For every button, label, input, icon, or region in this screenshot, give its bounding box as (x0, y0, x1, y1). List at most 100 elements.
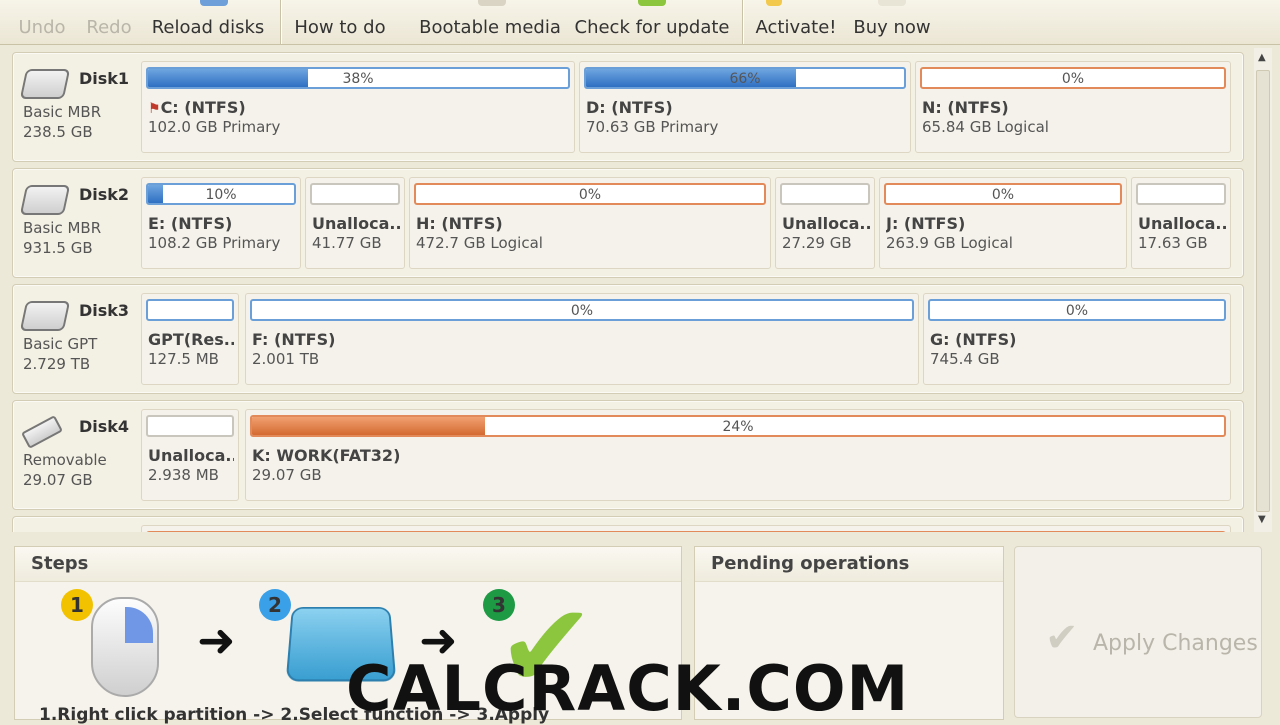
partition-name: Unalloca... (312, 214, 400, 233)
apply-changes-button[interactable]: ✔ Apply Changes (1014, 546, 1262, 718)
usage-bar: 0% (250, 299, 914, 321)
usage-bar: 0% (928, 299, 1226, 321)
usage-percent: 38% (342, 71, 374, 87)
toolbar-separator (742, 0, 744, 44)
partition-desc: 2.938 MB (148, 466, 219, 484)
how-to-do-button[interactable]: How to do (292, 0, 388, 44)
check-update-label: Check for update (574, 17, 730, 38)
partition-desc: 127.5 MB (148, 350, 219, 368)
partition-desc: 263.9 GB Logical (886, 234, 1013, 252)
usage-bar (146, 299, 234, 321)
bootable-media-icon (478, 0, 506, 6)
usage-bar (146, 415, 234, 437)
disk-size: 29.07 GB (23, 471, 93, 489)
pending-header: Pending operations (695, 547, 1003, 582)
apply-label: Apply Changes (1093, 631, 1258, 656)
disk-size: 2.729 TB (23, 355, 91, 373)
usage-bar: 66% (584, 67, 906, 89)
partition-desc: 29.07 GB (252, 466, 322, 484)
partition-j[interactable]: 0% J: (NTFS) 263.9 GB Logical (879, 177, 1127, 269)
disk-name: Disk1 (79, 69, 130, 88)
buy-now-button[interactable]: Buy now (852, 0, 932, 44)
redo-button[interactable]: Redo (86, 0, 132, 44)
disk-name: Disk2 (79, 185, 130, 204)
usage-bar: 24% (250, 415, 1226, 437)
usage-percent: 10% (205, 187, 237, 203)
partition-c[interactable]: 38% ⚑C: (NTFS) 102.0 GB Primary (141, 61, 575, 153)
step-1-badge: 1 (61, 589, 93, 621)
usage-bar (146, 531, 1226, 532)
disk-map: Disk1 Basic MBR 238.5 GB 38% ⚑C: (NTFS) … (8, 48, 1248, 532)
usage-percent: 0% (578, 187, 602, 203)
partition-k[interactable]: 24% K: WORK(FAT32) 29.07 GB (245, 409, 1231, 501)
undo-button[interactable]: Undo (18, 0, 65, 44)
disk-info[interactable]: Disk3 Basic GPT 2.729 TB (19, 297, 141, 387)
disk-row-3[interactable]: Disk3 Basic GPT 2.729 TB GPT(Res... 127.… (12, 284, 1244, 394)
hard-disk-icon (19, 185, 71, 215)
toolbar: Undo Redo Reload disks How to do Bootabl… (0, 0, 1280, 45)
check-update-button[interactable]: Check for update (574, 0, 730, 44)
partition-name: ⚑C: (NTFS) (148, 98, 570, 117)
partition-n[interactable]: 0% N: (NTFS) 65.84 GB Logical (915, 61, 1231, 153)
partition-h[interactable]: 0% H: (NTFS) 472.7 GB Logical (409, 177, 771, 269)
partition-desc: 102.0 GB Primary (148, 118, 281, 136)
usage-bar: 0% (920, 67, 1226, 89)
step-2-badge: 2 (259, 589, 291, 621)
scroll-thumb[interactable] (1256, 70, 1270, 512)
disk-info[interactable]: Disk1 Basic MBR 238.5 GB (19, 65, 141, 155)
partition-gpt-reserved[interactable]: GPT(Res... 127.5 MB (141, 293, 239, 385)
arrow-right-icon: ➜ (197, 613, 236, 667)
disk-info[interactable]: Disk4 Removable 29.07 GB (20, 413, 141, 503)
watermark-text: CALCRACK.COM (346, 652, 910, 725)
key-icon (766, 0, 782, 6)
partition-name: H: (NTFS) (416, 214, 503, 233)
partition-unallocated[interactable]: Unalloca... 2.938 MB (141, 409, 239, 501)
bootable-media-button[interactable]: Bootable media (419, 0, 561, 44)
disk-info[interactable]: Disk2 Basic MBR 931.5 GB (19, 181, 141, 271)
pending-title: Pending operations (711, 553, 910, 574)
cart-icon (878, 0, 906, 6)
partition-name: D: (NTFS) (586, 98, 673, 117)
disk-row-5[interactable] (12, 516, 1244, 532)
usage-bar (1136, 183, 1226, 205)
usage-bar (780, 183, 870, 205)
disk-row-4[interactable]: Disk4 Removable 29.07 GB Unalloca... 2.9… (12, 400, 1244, 510)
partition-unallocated[interactable]: Unalloca... 27.29 GB (775, 177, 875, 269)
disk-row-1[interactable]: Disk1 Basic MBR 238.5 GB 38% ⚑C: (NTFS) … (12, 52, 1244, 162)
redo-label: Redo (86, 17, 132, 38)
partition-name: Unalloca... (782, 214, 870, 233)
partition-name: Unalloca... (1138, 214, 1226, 233)
partition-unallocated[interactable]: Unalloca... 17.63 GB (1131, 177, 1231, 269)
disk-map-scrollbar[interactable]: ▲ ▼ (1254, 48, 1272, 532)
reload-disks-button[interactable]: Reload disks (150, 0, 266, 44)
toolbar-separator (280, 0, 282, 44)
partition-d[interactable]: 66% D: (NTFS) 70.63 GB Primary (579, 61, 911, 153)
disk-type: Removable (23, 451, 107, 469)
flag-icon: ⚑ (148, 101, 161, 117)
disk-size: 931.5 GB (23, 239, 93, 257)
disk-name: Disk4 (79, 417, 130, 436)
steps-title: Steps (31, 553, 89, 574)
usb-drive-icon (20, 415, 64, 449)
usage-percent: 0% (1061, 71, 1085, 87)
partition-partial[interactable] (141, 525, 1231, 532)
partition-unallocated[interactable]: Unalloca... 41.77 GB (305, 177, 405, 269)
usage-bar: 38% (146, 67, 570, 89)
reload-icon (200, 0, 228, 6)
partition-g[interactable]: 0% G: (NTFS) 745.4 GB (923, 293, 1231, 385)
partition-desc: 41.77 GB (312, 234, 382, 252)
partition-e[interactable]: 10% E: (NTFS) 108.2 GB Primary (141, 177, 301, 269)
partition-desc: 17.63 GB (1138, 234, 1208, 252)
usage-percent: 0% (570, 303, 594, 319)
partition-f[interactable]: 0% F: (NTFS) 2.001 TB (245, 293, 919, 385)
hard-disk-icon (19, 301, 71, 331)
activate-label: Activate! (755, 17, 837, 38)
partition-desc: 65.84 GB Logical (922, 118, 1049, 136)
scroll-up-icon[interactable]: ▲ (1258, 52, 1266, 63)
scroll-down-icon[interactable]: ▼ (1258, 514, 1266, 525)
disk-row-2[interactable]: Disk2 Basic MBR 931.5 GB 10% E: (NTFS) 1… (12, 168, 1244, 278)
activate-button[interactable]: Activate! (755, 0, 837, 44)
partition-desc: 70.63 GB Primary (586, 118, 719, 136)
partition-name: F: (NTFS) (252, 330, 336, 349)
disk-type: Basic GPT (23, 335, 98, 353)
